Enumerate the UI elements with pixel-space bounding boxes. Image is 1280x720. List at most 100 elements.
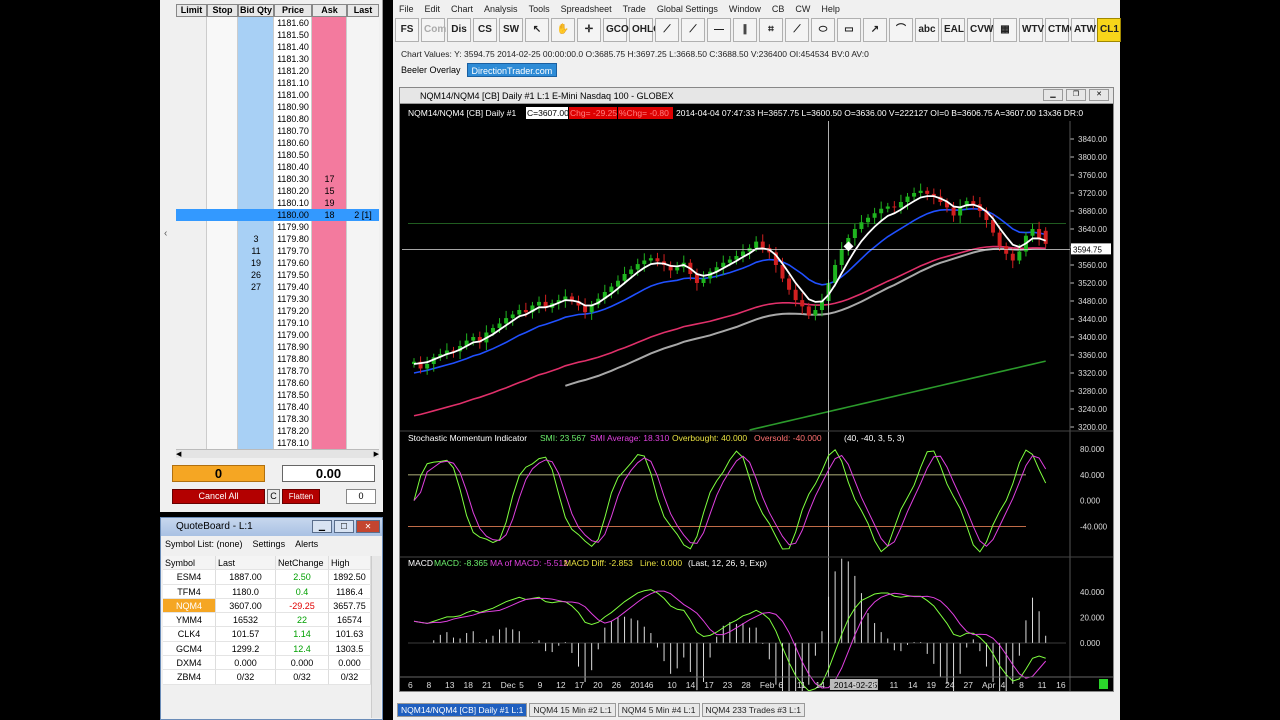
quoteboard-scrollbar[interactable] [371, 556, 381, 718]
ladder-row[interactable]: 1180.20 15 [176, 185, 379, 197]
last-trade[interactable] [347, 161, 379, 173]
ladder-row[interactable]: 1180.70 [176, 125, 379, 137]
ladder-row[interactable]: 1181.60 [176, 17, 379, 29]
chart-window-titlebar[interactable]: NQM14/NQM4 [CB] Daily #1 L:1 E-Mini Nasd… [400, 88, 1113, 104]
last-trade[interactable] [347, 245, 379, 257]
ladder-row[interactable]: 1179.10 [176, 317, 379, 329]
ladder-row[interactable]: 19 1179.60 [176, 257, 379, 269]
ask-qty[interactable] [312, 413, 347, 425]
ask-qty[interactable] [312, 401, 347, 413]
bid-qty[interactable] [238, 137, 274, 149]
bid-qty[interactable] [238, 317, 274, 329]
menu-chart[interactable]: Chart [451, 2, 473, 16]
dom-header-ask[interactable]: Ask Qty [312, 4, 347, 26]
last-trade[interactable] [347, 173, 379, 185]
bid-qty[interactable] [238, 389, 274, 401]
dom-body[interactable]: 1181.60 1181.50 1181.40 1181.30 1181.20 1181.… [176, 17, 379, 449]
bid-qty[interactable] [238, 173, 274, 185]
bid-qty[interactable] [238, 425, 274, 437]
ask-qty[interactable]: 15 [312, 185, 347, 197]
quote-row[interactable]: GCM4 1299.2 12.4 1303.5 [163, 641, 381, 657]
ask-qty[interactable] [312, 329, 347, 341]
bid-qty[interactable] [238, 125, 274, 137]
ladder-row[interactable]: 3 1179.80 [176, 233, 379, 245]
ladder-row[interactable]: 1179.30 [176, 293, 379, 305]
last-trade[interactable] [347, 353, 379, 365]
last-trade[interactable] [347, 53, 379, 65]
ladder-row[interactable]: 1178.30 [176, 413, 379, 425]
last-trade[interactable] [347, 269, 379, 281]
hand-icon[interactable]: ✋ [551, 18, 575, 42]
bid-qty[interactable] [238, 197, 274, 209]
crosshair-icon[interactable]: ✛ [577, 18, 601, 42]
bid-qty[interactable] [238, 209, 274, 221]
ladder-row[interactable]: 1180.10 19 [176, 197, 379, 209]
ask-qty[interactable] [312, 317, 347, 329]
bid-qty[interactable] [238, 17, 274, 29]
ladder-row[interactable]: 1178.20 [176, 425, 379, 437]
bid-qty[interactable] [238, 77, 274, 89]
cl1-button[interactable]: CL1 [1097, 18, 1121, 42]
channel-icon[interactable]: ∥ [733, 18, 757, 42]
ladder-row[interactable]: 1178.40 [176, 401, 379, 413]
last-trade[interactable] [347, 377, 379, 389]
ladder-row[interactable]: 1180.40 [176, 161, 379, 173]
header-symbol[interactable]: Symbol [163, 556, 216, 571]
ask-qty[interactable] [312, 245, 347, 257]
bid-qty[interactable]: 19 [238, 257, 274, 269]
ladder-row[interactable]: 1178.90 [176, 341, 379, 353]
ladder-row[interactable]: 1179.00 [176, 329, 379, 341]
ask-qty[interactable] [312, 149, 347, 161]
ask-qty[interactable] [312, 377, 347, 389]
minimize-icon[interactable]: ▁ [312, 520, 332, 533]
menu-global-settings[interactable]: Global Settings [657, 2, 718, 16]
last-trade[interactable] [347, 401, 379, 413]
menu-window[interactable]: Window [729, 2, 761, 16]
ladder-row[interactable]: 1178.60 [176, 377, 379, 389]
ohlc-button[interactable]: OHLC [629, 18, 660, 42]
header-last[interactable]: Last [216, 556, 276, 571]
ask-qty[interactable] [312, 281, 347, 293]
bid-qty[interactable] [238, 341, 274, 353]
last-trade[interactable]: 2 [1] [347, 209, 379, 221]
bid-qty[interactable] [238, 41, 274, 53]
ask-qty[interactable] [312, 53, 347, 65]
last-trade[interactable] [347, 89, 379, 101]
bid-qty[interactable] [238, 413, 274, 425]
ask-qty[interactable] [312, 89, 347, 101]
dom-header-bid[interactable]: Bid Qty [238, 4, 274, 17]
arrow-icon[interactable]: ↗ [863, 18, 887, 42]
last-trade[interactable] [347, 125, 379, 137]
quote-row[interactable]: CLK4 101.57 1.14 101.63 [163, 627, 381, 642]
last-trade[interactable] [347, 113, 379, 125]
ask-qty[interactable]: 17 [312, 173, 347, 185]
bid-qty[interactable] [238, 101, 274, 113]
price-chart[interactable]: NQM14/NQM4 [CB] Daily #1 C=3607.00 Chg= … [400, 105, 1113, 691]
quote-row[interactable]: NQM4 3607.00 -29.25 3657.75 [163, 598, 381, 614]
last-trade[interactable] [347, 317, 379, 329]
bid-qty[interactable] [238, 53, 274, 65]
ask-qty[interactable] [312, 221, 347, 233]
quoteboard-titlebar[interactable]: QuoteBoard - L:1 ▁ ☐ ✕ [161, 518, 382, 536]
ellipse-icon[interactable]: ⬭ [811, 18, 835, 42]
chart-tab[interactable]: NQM14/NQM4 [CB] Daily #1 L:1 [397, 703, 528, 717]
bid-qty[interactable] [238, 437, 274, 449]
chart-tab[interactable]: NQM4 15 Min #2 L:1 [529, 703, 616, 717]
quote-row[interactable]: YMM4 16532 22 16574 [163, 613, 381, 628]
last-trade[interactable] [347, 425, 379, 437]
menu-spreadsheet[interactable]: Spreadsheet [561, 2, 612, 16]
bid-qty[interactable] [238, 29, 274, 41]
header-netchange[interactable]: NetChange [276, 556, 329, 571]
ladder-row[interactable]: 26 1179.50 [176, 269, 379, 281]
bid-qty[interactable] [238, 293, 274, 305]
bid-qty[interactable] [238, 329, 274, 341]
last-trade[interactable] [347, 389, 379, 401]
menu-tools[interactable]: Tools [529, 2, 550, 16]
quote-row[interactable]: ESM4 1887.00 2.50 1892.50 [163, 570, 381, 585]
last-trade[interactable] [347, 413, 379, 425]
header-high[interactable]: High [329, 556, 371, 571]
ladder-row[interactable]: 1178.10 [176, 437, 379, 449]
wtv-button[interactable]: WTV [1019, 18, 1044, 42]
ask-qty[interactable] [312, 425, 347, 437]
chart-restore-icon[interactable]: ❐ [1066, 89, 1086, 101]
